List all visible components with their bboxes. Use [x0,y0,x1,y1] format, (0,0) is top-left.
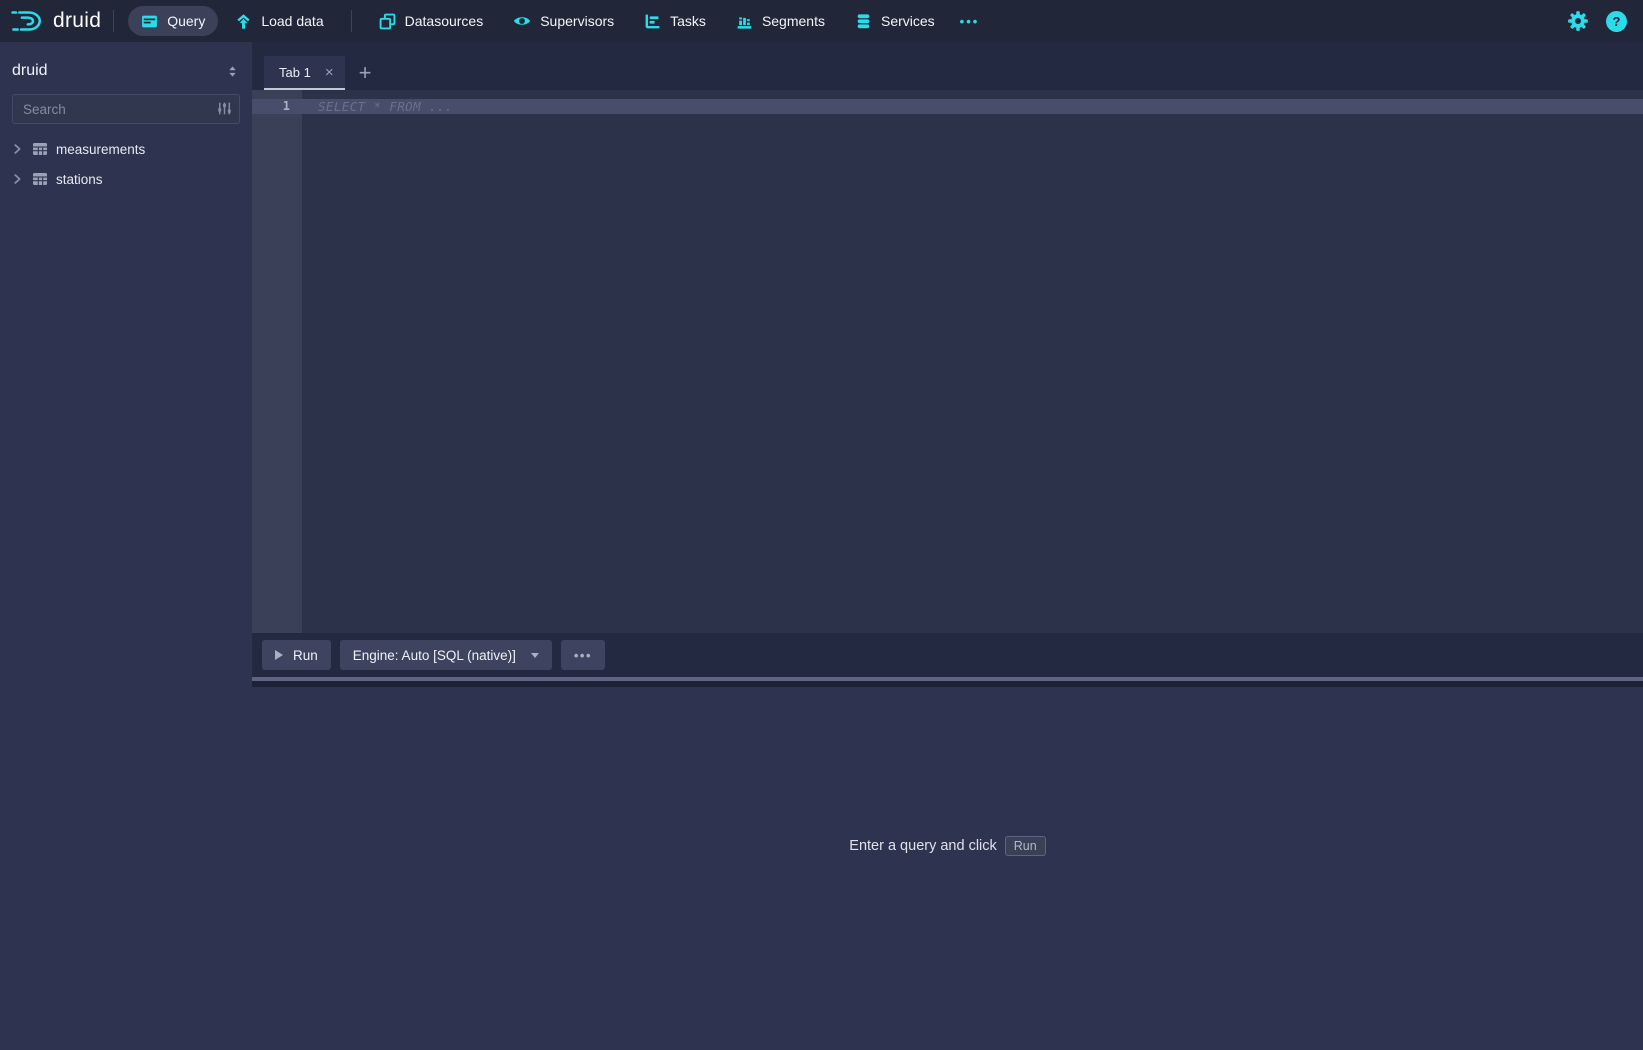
chevron-right-icon[interactable] [10,172,24,186]
run-button[interactable]: Run [262,640,331,670]
navbar-right: ? [1567,10,1627,32]
table-icon [32,171,48,187]
nav-item-tasks[interactable]: Tasks [631,6,719,36]
sql-editor[interactable]: 1 SELECT * FROM ... [252,90,1643,633]
settings-gear-icon[interactable] [1567,10,1589,32]
editor-placeholder: SELECT * FROM ... [318,99,453,114]
query-tab-bar: Tab 1 × + [252,42,1643,90]
query-more-button[interactable]: ••• [561,640,605,670]
top-navbar: druid Query Load data [0,0,1643,42]
editor-active-line [252,99,1643,114]
gantt-icon [644,13,661,30]
empty-results-message: Enter a query and click Run [849,836,1045,856]
run-toolbar: Run Engine: Auto [SQL (native)] ••• [252,633,1643,677]
line-number: 1 [252,99,290,114]
query-view: Tab 1 × + 1 SELECT * FROM ... Run Engine… [252,42,1643,1050]
nav-item-label: Supervisors [540,13,614,29]
message-text: Enter a query and click [849,838,997,854]
close-icon[interactable]: × [325,65,334,80]
schema-sidebar: druid [0,42,252,1050]
double-caret-vertical-icon [225,64,240,79]
bar-chart-icon [736,13,753,30]
nav-item-supervisors[interactable]: Supervisors [500,6,627,36]
nav-item-label: Datasources [405,13,484,29]
nav-item-query[interactable]: Query [128,6,218,36]
tree-item-measurements[interactable]: measurements [0,134,252,164]
caret-down-icon [531,653,539,658]
nav-item-label: Load data [261,13,323,29]
tree-item-label: stations [56,172,103,187]
nav-divider [113,10,114,32]
logo-text: druid [53,9,101,33]
druid-logo[interactable]: druid [10,6,101,36]
nav-item-label: Segments [762,13,825,29]
run-kbd-hint: Run [1005,836,1046,856]
database-icon [855,13,872,30]
tree-item-label: measurements [56,142,145,157]
schema-selector[interactable]: druid [0,42,252,94]
tab-label: Tab 1 [279,65,311,80]
tree-item-stations[interactable]: stations [0,164,252,194]
run-button-label: Run [293,648,318,663]
nav-item-label: Query [167,13,205,29]
nav-more-button[interactable]: ••• [950,14,990,29]
schema-name: druid [12,62,48,80]
datasources-icon [379,13,396,30]
nav-item-load-data[interactable]: Load data [222,6,336,36]
search-box [12,94,240,124]
nav-item-datasources[interactable]: Datasources [366,6,497,36]
nav-item-label: Tasks [670,13,706,29]
nav-divider [351,10,352,32]
table-icon [32,141,48,157]
engine-label: Engine: Auto [SQL (native)] [353,648,516,663]
nav-item-segments[interactable]: Segments [723,6,838,36]
nav-item-services[interactable]: Services [842,6,948,36]
play-icon [275,650,283,660]
table-tree: measurements [0,132,252,194]
help-icon[interactable]: ? [1606,11,1627,32]
tab-query-1[interactable]: Tab 1 × [264,56,345,90]
application-icon [141,13,158,30]
results-panel: Enter a query and click Run [252,687,1643,1050]
engine-dropdown[interactable]: Engine: Auto [SQL (native)] [340,640,552,670]
add-tab-button[interactable]: + [359,56,372,90]
app-body: druid [0,42,1643,1050]
nav-item-label: Services [881,13,935,29]
filter-sliders-icon[interactable] [216,100,233,117]
eye-icon [513,12,531,30]
chevron-right-icon[interactable] [10,142,24,156]
search-input[interactable] [12,94,240,124]
editor-gutter [252,90,302,633]
druid-logo-icon [10,6,44,36]
upload-icon [235,13,252,30]
